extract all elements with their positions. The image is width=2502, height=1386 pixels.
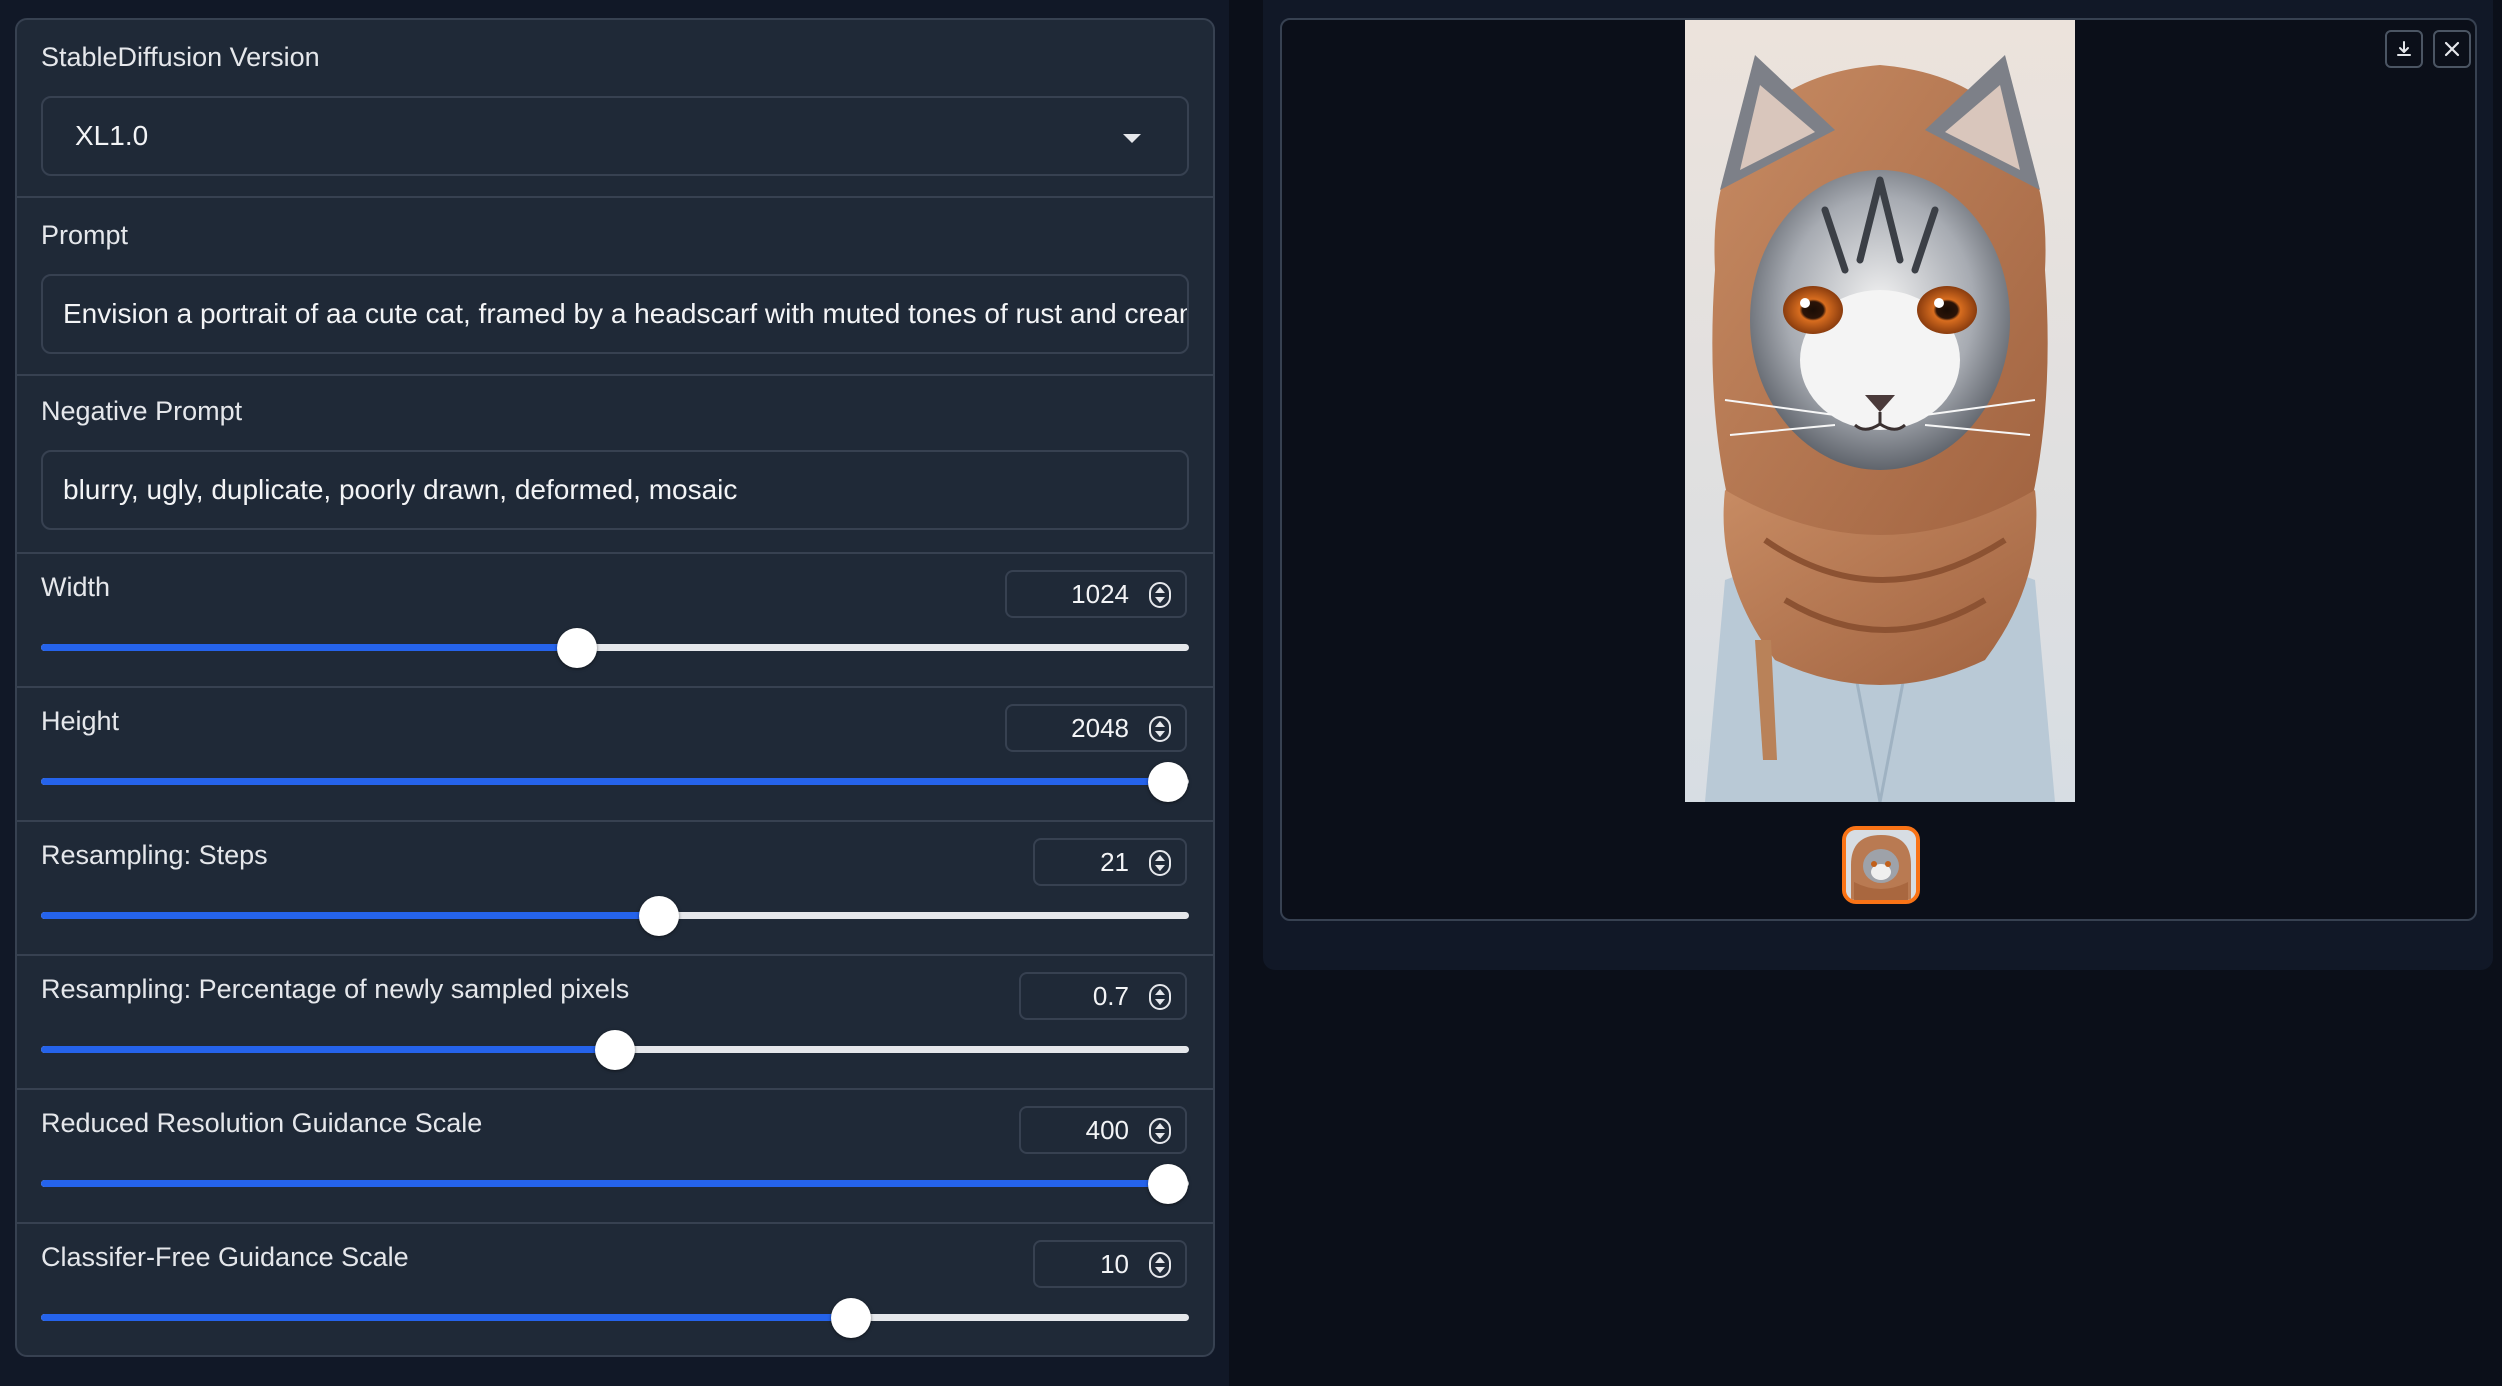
width-number-input[interactable]: 1024 xyxy=(1005,570,1187,618)
close-icon xyxy=(2444,41,2460,57)
stepper-icon[interactable] xyxy=(1149,716,1171,742)
slider-fill xyxy=(41,1046,615,1053)
steps-slider[interactable] xyxy=(41,896,1189,936)
slider-label: Resampling: Percentage of newly sampled … xyxy=(41,974,630,1004)
output-gallery xyxy=(1280,18,2477,921)
steps-number-input[interactable]: 21 xyxy=(1033,838,1187,886)
slider-label: Resampling: Steps xyxy=(41,840,268,870)
reduced-guidance-slider[interactable] xyxy=(41,1164,1189,1204)
slider-label: Classifer-Free Guidance Scale xyxy=(41,1242,409,1272)
slider-block-height: Height 2048 xyxy=(17,688,1213,822)
slider-label: Reduced Resolution Guidance Scale xyxy=(41,1108,483,1138)
number-value: 400 xyxy=(1085,1114,1129,1145)
controls-column: StableDiffusion Version XL1.0 Prompt Env… xyxy=(0,0,1229,1386)
reduced-guidance-number-input[interactable]: 400 xyxy=(1019,1106,1187,1154)
stepper-icon[interactable] xyxy=(1149,1118,1171,1144)
slider-fill xyxy=(41,644,578,651)
height-number-input[interactable]: 2048 xyxy=(1005,704,1187,752)
cfg-number-input[interactable]: 10 xyxy=(1033,1240,1187,1288)
generated-image[interactable] xyxy=(1685,20,2075,802)
stepper-icon[interactable] xyxy=(1149,984,1171,1010)
chevron-down-icon xyxy=(1123,134,1141,143)
slider-block-steps: Resampling: Steps 21 xyxy=(17,822,1213,956)
stepper-icon[interactable] xyxy=(1149,1252,1171,1278)
slider-block-width: Width 1024 xyxy=(17,554,1213,688)
version-dropdown[interactable]: XL1.0 xyxy=(41,96,1189,176)
cat-thumbnail-illustration xyxy=(1846,830,1916,900)
prompt-label: Prompt xyxy=(41,220,129,250)
slider-thumb[interactable] xyxy=(557,628,598,668)
slider-thumb[interactable] xyxy=(595,1030,635,1070)
slider-thumb[interactable] xyxy=(831,1298,872,1338)
slider-fill xyxy=(41,1314,852,1321)
slider-block-cfg: Classifer-Free Guidance Scale 10 xyxy=(17,1224,1213,1355)
slider-fill xyxy=(41,1180,1169,1187)
number-value: 1024 xyxy=(1071,578,1129,609)
height-slider[interactable] xyxy=(41,762,1189,802)
width-slider[interactable] xyxy=(41,628,1189,668)
number-value: 2048 xyxy=(1071,712,1129,743)
slider-thumb[interactable] xyxy=(1148,762,1189,802)
cat-portrait-illustration xyxy=(1685,20,2075,802)
slider-label: Height xyxy=(41,706,120,736)
close-button[interactable] xyxy=(2433,30,2471,68)
percentage-number-input[interactable]: 0.7 xyxy=(1019,972,1187,1020)
negative-prompt-label: Negative Prompt xyxy=(41,396,243,426)
download-button[interactable] xyxy=(2385,30,2423,68)
app-root: StableDiffusion Version XL1.0 Prompt Env… xyxy=(0,0,2502,1386)
number-value: 10 xyxy=(1100,1248,1129,1279)
slider-thumb[interactable] xyxy=(1148,1164,1189,1204)
prompt-input[interactable]: Envision a portrait of aa cute cat, fram… xyxy=(41,274,1189,354)
stepper-icon[interactable] xyxy=(1149,850,1171,876)
slider-thumb[interactable] xyxy=(638,896,679,936)
controls-panel: StableDiffusion Version XL1.0 Prompt Env… xyxy=(15,18,1215,1357)
number-value: 21 xyxy=(1100,846,1129,877)
cfg-slider[interactable] xyxy=(41,1298,1189,1338)
slider-fill xyxy=(41,912,659,919)
slider-block-reduced-guidance: Reduced Resolution Guidance Scale 400 xyxy=(17,1090,1213,1224)
slider-fill xyxy=(41,778,1169,785)
download-icon xyxy=(2397,41,2411,56)
negative-prompt-block: Negative Prompt blurry, ugly, duplicate,… xyxy=(17,376,1213,554)
version-value: XL1.0 xyxy=(75,120,149,151)
percentage-slider[interactable] xyxy=(41,1030,1189,1070)
negative-prompt-input[interactable]: blurry, ugly, duplicate, poorly drawn, d… xyxy=(41,450,1189,530)
slider-label: Width xyxy=(41,572,111,602)
stepper-icon[interactable] xyxy=(1149,582,1171,608)
version-block: StableDiffusion Version XL1.0 xyxy=(17,20,1213,198)
version-label: StableDiffusion Version xyxy=(41,42,320,72)
number-value: 0.7 xyxy=(1092,980,1129,1011)
slider-block-percentage: Resampling: Percentage of newly sampled … xyxy=(17,956,1213,1090)
gallery-thumbnail[interactable] xyxy=(1842,826,1920,904)
prompt-block: Prompt Envision a portrait of aa cute ca… xyxy=(17,198,1213,376)
